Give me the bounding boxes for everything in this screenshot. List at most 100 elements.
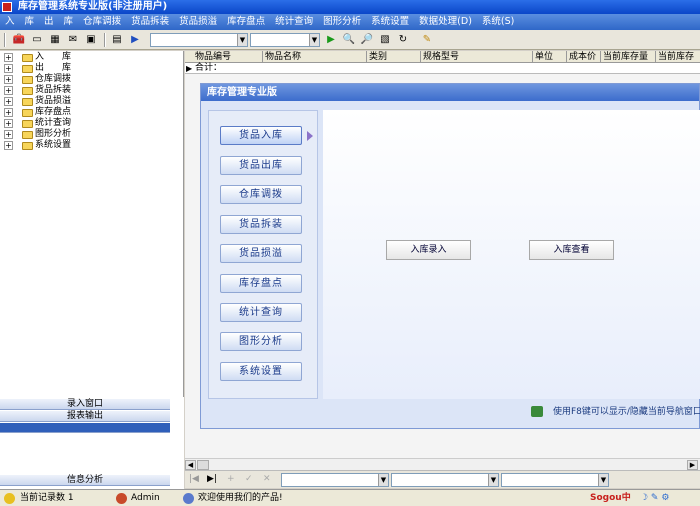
window-icon[interactable]: ▭ — [30, 33, 44, 47]
menu-item[interactable]: 系统(S) — [477, 14, 519, 30]
menu-item[interactable]: 图形分析 — [318, 14, 366, 30]
expand-icon[interactable]: + — [4, 119, 13, 128]
expand-icon[interactable]: + — [4, 130, 13, 139]
column-header[interactable]: 当前库存量 — [601, 51, 656, 63]
play-icon[interactable]: ▶ — [324, 33, 338, 47]
lightbulb-icon — [4, 493, 15, 504]
menu-item[interactable]: 入 — [0, 14, 20, 30]
column-header[interactable]: 类别 — [367, 51, 421, 63]
column-header[interactable]: 物品编号 — [193, 51, 263, 63]
tab-entry-window[interactable]: 录入窗口 — [0, 399, 170, 410]
goods-assembly-button[interactable]: 货品拆装 — [220, 215, 302, 234]
horizontal-scrollbar[interactable]: ◀ ▶ — [185, 458, 700, 470]
cancel-icon[interactable]: ✕ — [263, 474, 271, 484]
last-record-icon[interactable]: ▶| — [207, 474, 217, 484]
grid-header: 物品编号 物品名称 类别 规格型号 单位 成本价 当前库存量 当前库存 — [185, 51, 700, 63]
tab-info-analysis[interactable]: 信息分析 — [0, 475, 170, 486]
navigation-tree: + 入 库 + 出 库 + 仓库调拨 + 货品拆装 + 货品损溢 + 库存盘点 + 统计查询 … — [0, 51, 184, 447]
app-icon — [2, 2, 12, 12]
expand-icon[interactable]: + — [4, 53, 13, 62]
goods-outbound-button[interactable]: 货品出库 — [220, 156, 302, 175]
toolbar: 🧰 ▭ ▦ ✉ ▣ ▤ ▶ ▼ ▼ ▶ 🔍 🔎 ▧ ↻ ✎ — [0, 30, 700, 50]
column-header[interactable]: 单位 — [533, 51, 567, 63]
pencil-icon[interactable]: ✎ — [420, 33, 434, 47]
stocktake-button[interactable]: 库存盘点 — [220, 274, 302, 293]
expand-icon[interactable]: + — [4, 64, 13, 73]
first-record-icon[interactable]: |◀ — [189, 474, 199, 484]
column-header[interactable]: 成本价 — [567, 51, 601, 63]
grid-icon[interactable]: ▦ — [48, 33, 62, 47]
record-navigator: |◀ ▶| + ✓ ✕ ▼ ▼ ▼ — [185, 470, 700, 488]
folder-icon — [22, 131, 33, 139]
inbound-entry-button[interactable]: 入库录入 — [386, 240, 471, 260]
title-bar: 库存管理系统专业版(非注册用户) — [0, 0, 700, 14]
ime-indicator[interactable]: Sogou中 — [590, 490, 631, 506]
folder-icon — [22, 98, 33, 106]
chart-analysis-button[interactable]: 图形分析 — [220, 332, 302, 351]
menu-item[interactable]: 仓库调拨 — [78, 14, 126, 30]
mail-icon[interactable]: ✉ — [66, 33, 80, 47]
search-icon[interactable]: 🔍 — [342, 33, 356, 47]
info-icon — [531, 406, 543, 417]
folder-icon — [22, 76, 33, 84]
menu-item[interactable]: 货品损溢 — [174, 14, 222, 30]
arrow-icon[interactable]: ▶ — [128, 33, 142, 47]
print-icon[interactable]: ▧ — [378, 33, 392, 47]
scroll-right-icon[interactable]: ▶ — [687, 460, 698, 470]
scroll-left-icon[interactable]: ◀ — [185, 460, 196, 470]
grid-summary-row: ▶ 合计： — [185, 63, 700, 74]
nav-active-section — [0, 423, 170, 433]
calendar-icon[interactable]: ▤ — [110, 33, 124, 47]
expand-icon[interactable]: + — [4, 75, 13, 84]
menu-item[interactable]: 统计查询 — [270, 14, 318, 30]
ime-tools-icon[interactable]: ☽ ✎ ⚙ — [640, 490, 669, 506]
field-combo[interactable]: ▼ — [250, 33, 320, 47]
folder-icon — [22, 109, 33, 117]
chevron-down-icon[interactable]: ▼ — [488, 474, 498, 486]
people-icon — [183, 493, 194, 504]
selected-arrow-icon — [307, 131, 313, 141]
nav-combo-2[interactable]: ▼ — [391, 473, 499, 487]
menu-item[interactable]: 系统设置 — [366, 14, 414, 30]
refresh-icon[interactable]: ↻ — [396, 33, 410, 47]
chevron-down-icon[interactable]: ▼ — [237, 34, 247, 46]
confirm-icon[interactable]: ✓ — [245, 474, 253, 484]
warehouse-transfer-button[interactable]: 仓库调拨 — [220, 185, 302, 204]
window-title: 库存管理系统专业版(非注册用户) — [18, 1, 168, 12]
nav-combo-3[interactable]: ▼ — [501, 473, 609, 487]
menu-item[interactable]: 出 — [39, 14, 59, 30]
menu-item[interactable]: 库存盘点 — [222, 14, 270, 30]
chevron-down-icon[interactable]: ▼ — [378, 474, 388, 486]
expand-icon[interactable]: + — [4, 86, 13, 95]
expand-icon[interactable]: + — [4, 108, 13, 117]
system-settings-button[interactable]: 系统设置 — [220, 362, 302, 381]
expand-icon[interactable]: + — [4, 97, 13, 106]
menu-item[interactable]: 数据处理(D) — [414, 14, 477, 30]
toolbox-icon[interactable]: 🧰 — [12, 33, 26, 47]
column-header[interactable]: 规格型号 — [421, 51, 533, 63]
column-header[interactable]: 当前库存 — [656, 51, 700, 63]
menu-item[interactable]: 货品拆装 — [126, 14, 174, 30]
menu-item[interactable]: 库 — [20, 14, 40, 30]
chevron-down-icon[interactable]: ▼ — [309, 34, 319, 46]
hint-text: 使用F8键可以显示/隐藏当前导航窗口 — [553, 407, 700, 417]
folder-icon — [22, 65, 33, 73]
inbound-view-button[interactable]: 入库查看 — [529, 240, 614, 260]
nav-combo-1[interactable]: ▼ — [281, 473, 389, 487]
tab-report-output[interactable]: 报表输出 — [0, 411, 170, 422]
column-header[interactable]: 物品名称 — [263, 51, 367, 63]
add-record-icon[interactable]: + — [227, 474, 235, 484]
zoom-icon[interactable]: 🔎 — [360, 33, 374, 47]
menu-item[interactable]: 库 — [59, 14, 79, 30]
scroll-thumb[interactable] — [197, 460, 209, 470]
panel-icon[interactable]: ▣ — [84, 33, 98, 47]
goods-loss-button[interactable]: 货品损溢 — [220, 244, 302, 263]
toolbar-separator — [104, 33, 106, 47]
filter-combo[interactable]: ▼ — [150, 33, 248, 47]
folder-icon — [22, 87, 33, 95]
expand-icon[interactable]: + — [4, 141, 13, 150]
chevron-down-icon[interactable]: ▼ — [598, 474, 608, 486]
goods-inbound-button[interactable]: 货品入库 — [220, 126, 302, 145]
inner-module-window: 库存管理专业版 货品入库 货品出库 仓库调拨 货品拆装 货品损溢 库存盘点 统计… — [200, 83, 700, 429]
stat-query-button[interactable]: 统计查询 — [220, 303, 302, 322]
